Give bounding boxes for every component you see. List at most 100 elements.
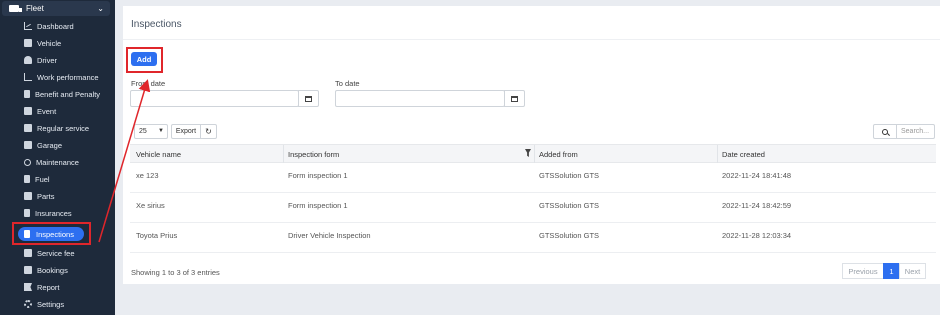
page-size-select[interactable]: 25 ▼ [134, 124, 168, 139]
cell-inspection-form: Form inspection 1 [288, 201, 348, 210]
cell-added-from: GTSSolution GTS [539, 171, 600, 180]
sidebar-item-label: Service fee [37, 248, 75, 258]
previous-page-button[interactable]: Previous [842, 263, 884, 279]
calendar-icon [305, 95, 312, 102]
search-icon [882, 128, 888, 135]
entries-info: Showing 1 to 3 of 3 entries [131, 268, 220, 277]
export-button[interactable]: Export [171, 124, 201, 139]
sidebar-item-insurances[interactable]: Insurances [24, 206, 72, 220]
sidebar-item-label: Settings [37, 299, 65, 309]
sidebar-item-report[interactable]: Report [24, 280, 60, 294]
sidebar-item-label: Dashboard [37, 21, 74, 31]
calendar-icon [24, 107, 32, 115]
column-divider [534, 145, 535, 163]
cell-inspection-form: Driver Vehicle Inspection [288, 231, 371, 240]
chevron-down-icon: ▼ [158, 128, 164, 134]
highlight-box-add [126, 47, 163, 73]
to-date-calendar-button[interactable] [504, 90, 525, 107]
sidebar-item-maintenance[interactable]: Maintenance [24, 155, 79, 169]
sidebar-item-settings[interactable]: Settings [24, 297, 64, 311]
sidebar: Fleet ⌄ Dashboard Vehicle Driver Work pe… [0, 0, 115, 315]
sidebar-item-vehicle[interactable]: Vehicle [24, 36, 61, 50]
table-header: Vehicle name Inspection form Added from … [130, 144, 936, 163]
search-input[interactable]: Search... [896, 124, 935, 139]
refresh-icon: ↻ [205, 127, 212, 136]
sidebar-item-regular-service[interactable]: Regular service [24, 121, 89, 135]
sidebar-item-garage[interactable]: Garage [24, 138, 62, 152]
cell-added-from: GTSSolution GTS [539, 201, 600, 210]
flag-icon [24, 283, 32, 291]
from-date-input[interactable] [130, 90, 299, 107]
divider [123, 39, 940, 40]
chart-line-icon [24, 73, 32, 81]
cell-added-from: GTSSolution GTS [539, 231, 600, 240]
column-divider [717, 145, 718, 163]
sidebar-item-work-performance[interactable]: Work performance [24, 70, 99, 84]
main-panel: Inspections Add From date To date 25 ▼ E… [123, 6, 940, 284]
sidebar-item-service-fee[interactable]: Service fee [24, 246, 75, 260]
sidebar-item-label: Driver [37, 55, 57, 65]
sidebar-section-label: Fleet [26, 4, 44, 13]
sidebar-item-parts[interactable]: Parts [24, 189, 55, 203]
cell-vehicle-name: Toyota Prius [136, 231, 178, 240]
sidebar-item-benefit-and-penalty[interactable]: Benefit and Penalty [24, 87, 100, 101]
sidebar-item-label: Event [37, 106, 57, 116]
cell-date-created: 2022-11-28 12:03:34 [722, 231, 792, 240]
column-header-inspection-form[interactable]: Inspection form [288, 150, 339, 159]
sidebar-item-label: Regular service [37, 123, 90, 133]
sidebar-item-label: Bookings [37, 265, 68, 275]
sidebar-item-driver[interactable]: Driver [24, 53, 57, 67]
table-row[interactable]: xe 123 Form inspection 1 GTSSolution GTS… [130, 163, 936, 193]
filter-icon[interactable] [525, 149, 531, 157]
truck-icon [9, 5, 22, 12]
refresh-button[interactable]: ↻ [200, 124, 217, 139]
column-header-date-created[interactable]: Date created [722, 150, 765, 159]
sidebar-item-bookings[interactable]: Bookings [24, 263, 68, 277]
gear-icon [24, 300, 32, 308]
sidebar-item-event[interactable]: Event [24, 104, 56, 118]
cell-date-created: 2022-11-24 18:41:48 [722, 171, 792, 180]
column-header-added-from[interactable]: Added from [539, 150, 578, 159]
sidebar-item-label: Report [37, 282, 60, 292]
sidebar-item-dashboard[interactable]: Dashboard [24, 19, 74, 33]
dashboard-icon [24, 22, 32, 30]
truck-icon [24, 124, 32, 132]
user-icon [24, 56, 32, 64]
from-date-calendar-button[interactable] [298, 90, 319, 107]
cell-vehicle-name: xe 123 [136, 171, 159, 180]
truck-icon [24, 39, 32, 47]
sidebar-item-label: Work performance [37, 72, 99, 82]
sidebar-item-label: Vehicle [37, 38, 62, 48]
table-row[interactable]: Xe sirius Form inspection 1 GTSSolution … [130, 193, 936, 223]
truck-icon [24, 249, 32, 257]
from-date-label: From date [131, 79, 166, 88]
sidebar-item-fuel[interactable]: Fuel [24, 172, 50, 186]
page-size-value: 25 [139, 128, 147, 135]
sidebar-item-label: Insurances [35, 208, 72, 218]
cell-inspection-form: Form inspection 1 [288, 171, 348, 180]
sidebar-item-label: Maintenance [36, 157, 79, 167]
sidebar-item-label: Benefit and Penalty [35, 89, 101, 99]
calendar-icon [511, 95, 518, 102]
next-page-button[interactable]: Next [899, 263, 926, 279]
chevron-down-icon: ⌄ [97, 4, 104, 13]
to-date-input[interactable] [335, 90, 505, 107]
garage-icon [24, 141, 32, 149]
column-divider [283, 145, 284, 163]
page-title: Inspections [131, 19, 182, 30]
fuel-icon [24, 175, 30, 183]
sidebar-item-label: Garage [37, 140, 63, 150]
sidebar-item-label: Parts [37, 191, 55, 201]
search-button[interactable] [873, 124, 897, 139]
cell-vehicle-name: Xe sirius [136, 201, 165, 210]
sidebar-item-label: Fuel [35, 174, 50, 184]
box-icon [24, 192, 32, 200]
truck-icon [24, 266, 32, 274]
document-icon [24, 90, 30, 98]
sidebar-section-fleet[interactable]: Fleet ⌄ [2, 1, 110, 16]
wrench-icon [24, 158, 31, 166]
page-1-button[interactable]: 1 [883, 263, 900, 279]
column-header-vehicle-name[interactable]: Vehicle name [136, 150, 181, 159]
to-date-label: To date [335, 79, 360, 88]
table-row[interactable]: Toyota Prius Driver Vehicle Inspection G… [130, 223, 936, 253]
